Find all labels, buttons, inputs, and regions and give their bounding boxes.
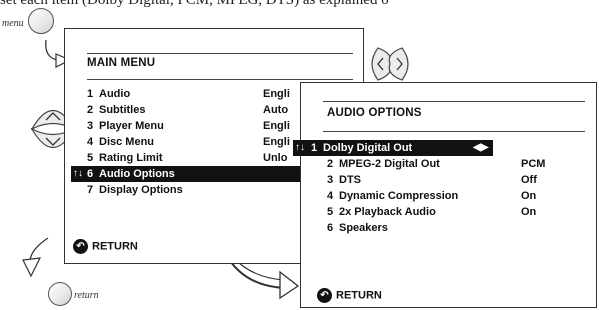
audio-item-speakers[interactable]: 6 Speakers — [327, 220, 577, 236]
divider — [323, 131, 585, 132]
divider — [87, 53, 353, 54]
audio-item-dynamic-compression[interactable]: 4 Dynamic Compression On — [327, 188, 577, 204]
audio-options-title: AUDIO OPTIONS — [327, 107, 422, 119]
main-menu-title: MAIN MENU — [87, 57, 156, 69]
audio-item-dolby-digital-out[interactable]: ↑↓ 1 Dolby Digital Out ◀▶ — [293, 140, 493, 156]
audio-options-panel: AUDIO OPTIONS ↑↓ 1 Dolby Digital Out ◀▶ 2… — [293, 82, 597, 308]
main-menu-return[interactable]: ↶ RETURN — [73, 239, 138, 254]
divider — [323, 101, 585, 102]
left-right-selector-icon: ◀▶ — [473, 142, 489, 153]
up-down-selector-icon: ↑↓ — [73, 168, 83, 179]
divider — [87, 79, 353, 80]
return-icon: ↶ — [73, 239, 88, 254]
up-down-selector-icon: ↑↓ — [295, 142, 305, 153]
audio-options-return[interactable]: ↶ RETURN — [317, 288, 382, 303]
audio-item-mpeg2-digital-out[interactable]: 2 MPEG-2 Digital Out PCM — [327, 156, 577, 172]
audio-item-2x-playback-audio[interactable]: 5 2x Playback Audio On — [327, 204, 577, 220]
return-icon: ↶ — [317, 288, 332, 303]
audio-item-dts[interactable]: 3 DTS Off — [327, 172, 577, 188]
